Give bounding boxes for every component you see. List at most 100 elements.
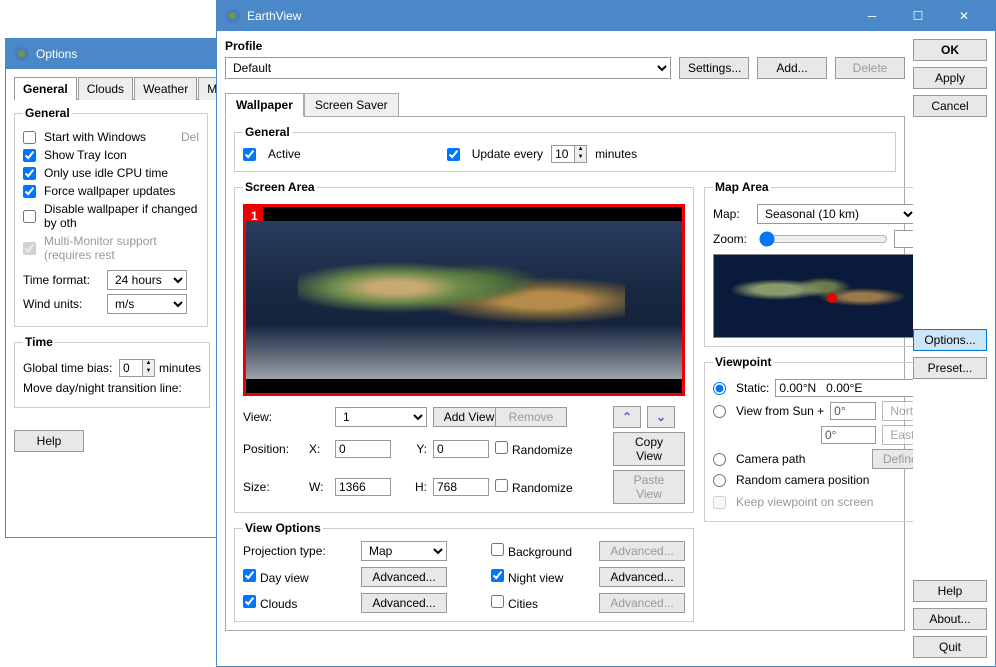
vp-sun-londir-select: East: [882, 425, 913, 445]
move-line-label: Move day/night transition line:: [23, 381, 182, 395]
idle-cpu-label: Only use idle CPU time: [44, 166, 168, 180]
clouds-label: Clouds: [260, 597, 297, 611]
dayview-label: Day view: [260, 571, 309, 585]
quit-button[interactable]: Quit: [913, 636, 987, 658]
viewpoint-dot-icon: [827, 293, 837, 303]
options-titlebar[interactable]: Options: [6, 39, 216, 69]
randomize-size-label: Randomize: [512, 481, 573, 495]
size-label: Size:: [243, 480, 303, 494]
clouds-checkbox[interactable]: [243, 595, 256, 608]
dayview-adv-button[interactable]: Advanced...: [361, 567, 447, 587]
zoom-slider[interactable]: [759, 231, 888, 247]
projection-label: Projection type:: [243, 544, 353, 558]
update-every-label: Update every: [472, 147, 543, 161]
vp-random-radio[interactable]: [713, 474, 726, 487]
screen-area-preview[interactable]: 1: [243, 204, 685, 396]
cities-adv-button: Advanced...: [599, 593, 685, 613]
randomize-pos-label: Randomize: [512, 443, 573, 457]
idle-cpu-checkbox[interactable]: [23, 167, 36, 180]
help-button[interactable]: Help: [913, 580, 987, 602]
minimize-button[interactable]: ─: [849, 1, 895, 31]
x-label: X:: [309, 442, 329, 456]
force-wallpaper-checkbox[interactable]: [23, 185, 36, 198]
copy-view-button[interactable]: Copy View: [613, 432, 685, 466]
tab-screensaver[interactable]: Screen Saver: [304, 93, 399, 117]
nightview-checkbox[interactable]: [491, 569, 504, 582]
time-legend: Time: [23, 335, 55, 349]
bias-label: Global time bias:: [23, 361, 115, 375]
vp-sun-radio[interactable]: [713, 405, 726, 418]
tab-weather[interactable]: Weather: [134, 77, 197, 100]
w-input[interactable]: [335, 478, 391, 496]
options-window: Options General Clouds Weather MET Gener…: [5, 38, 217, 538]
options-button[interactable]: Options...: [913, 329, 987, 351]
options-help-button[interactable]: Help: [14, 430, 84, 452]
map-label: Map:: [713, 207, 753, 221]
vp-sun-label: View from Sun +: [736, 404, 824, 418]
view-down-button[interactable]: ⌄: [647, 406, 675, 428]
tab-general[interactable]: General: [14, 77, 77, 100]
show-tray-checkbox[interactable]: [23, 149, 36, 162]
apply-button[interactable]: Apply: [913, 67, 987, 89]
vp-static-label: Static:: [736, 381, 769, 395]
earthview-titlebar[interactable]: EarthView ─ ☐ ✕: [217, 1, 995, 31]
time-format-select[interactable]: 24 hours: [107, 270, 187, 290]
tab-clouds[interactable]: Clouds: [78, 77, 133, 100]
update-unit: minutes: [595, 147, 637, 161]
position-label: Position:: [243, 442, 303, 456]
vp-camera-label: Camera path: [736, 452, 866, 466]
about-button[interactable]: About...: [913, 608, 987, 630]
update-every-checkbox[interactable]: [447, 148, 460, 161]
randomize-pos-checkbox[interactable]: [495, 441, 508, 454]
view-select[interactable]: 1: [335, 407, 427, 427]
preset-button[interactable]: Preset...: [913, 357, 987, 379]
general-legend: General: [23, 106, 72, 120]
tab-wallpaper[interactable]: Wallpaper: [225, 93, 304, 117]
cities-checkbox[interactable]: [491, 595, 504, 608]
multi-monitor-label: Multi-Monitor support (requires rest: [44, 234, 199, 262]
active-label: Active: [268, 147, 301, 161]
multi-monitor-checkbox: [23, 242, 36, 255]
x-input[interactable]: [335, 440, 391, 458]
vp-static-input[interactable]: [775, 379, 913, 397]
start-windows-checkbox[interactable]: [23, 131, 36, 144]
clouds-adv-button[interactable]: Advanced...: [361, 593, 447, 613]
projection-select[interactable]: Map: [361, 541, 447, 561]
ok-button[interactable]: OK: [913, 39, 987, 61]
nightview-adv-button[interactable]: Advanced...: [599, 567, 685, 587]
start-windows-label: Start with Windows: [44, 130, 146, 144]
keep-onscreen-label: Keep viewpoint on screen: [736, 495, 873, 509]
wind-units-select[interactable]: m/s: [107, 294, 187, 314]
view-up-button[interactable]: ⌃: [613, 406, 641, 428]
zoom-input[interactable]: [894, 230, 913, 248]
dayview-checkbox[interactable]: [243, 569, 256, 582]
active-checkbox[interactable]: [243, 148, 256, 161]
background-checkbox[interactable]: [491, 543, 504, 556]
screenarea-legend: Screen Area: [243, 180, 317, 194]
start-delay-label: Del: [181, 130, 199, 144]
vp-camera-radio[interactable]: [713, 453, 726, 466]
map-select[interactable]: Seasonal (10 km): [757, 204, 913, 224]
nightview-label: Night view: [508, 571, 563, 585]
maximize-button[interactable]: ☐: [895, 1, 941, 31]
vp-sun-latdir-select: North: [882, 401, 913, 421]
disable-wallpaper-checkbox[interactable]: [23, 210, 36, 223]
profile-settings-button[interactable]: Settings...: [679, 57, 749, 79]
show-tray-label: Show Tray Icon: [44, 148, 127, 162]
vp-define-button: Define...: [872, 449, 913, 469]
profile-select[interactable]: Default: [225, 57, 671, 79]
map-preview[interactable]: [713, 254, 913, 338]
close-button[interactable]: ✕: [941, 1, 987, 31]
randomize-size-checkbox[interactable]: [495, 479, 508, 492]
vp-static-radio[interactable]: [713, 382, 726, 395]
update-every-input[interactable]: ▲▼: [551, 145, 587, 163]
paste-view-button: Paste View: [613, 470, 685, 504]
bias-input[interactable]: ▲▼: [119, 359, 155, 377]
zoom-label: Zoom:: [713, 232, 753, 246]
earth-icon: [225, 8, 241, 24]
cancel-button[interactable]: Cancel: [913, 95, 987, 117]
profile-delete-button: Delete: [835, 57, 905, 79]
y-input[interactable]: [433, 440, 489, 458]
profile-add-button[interactable]: Add...: [757, 57, 827, 79]
h-input[interactable]: [433, 478, 489, 496]
